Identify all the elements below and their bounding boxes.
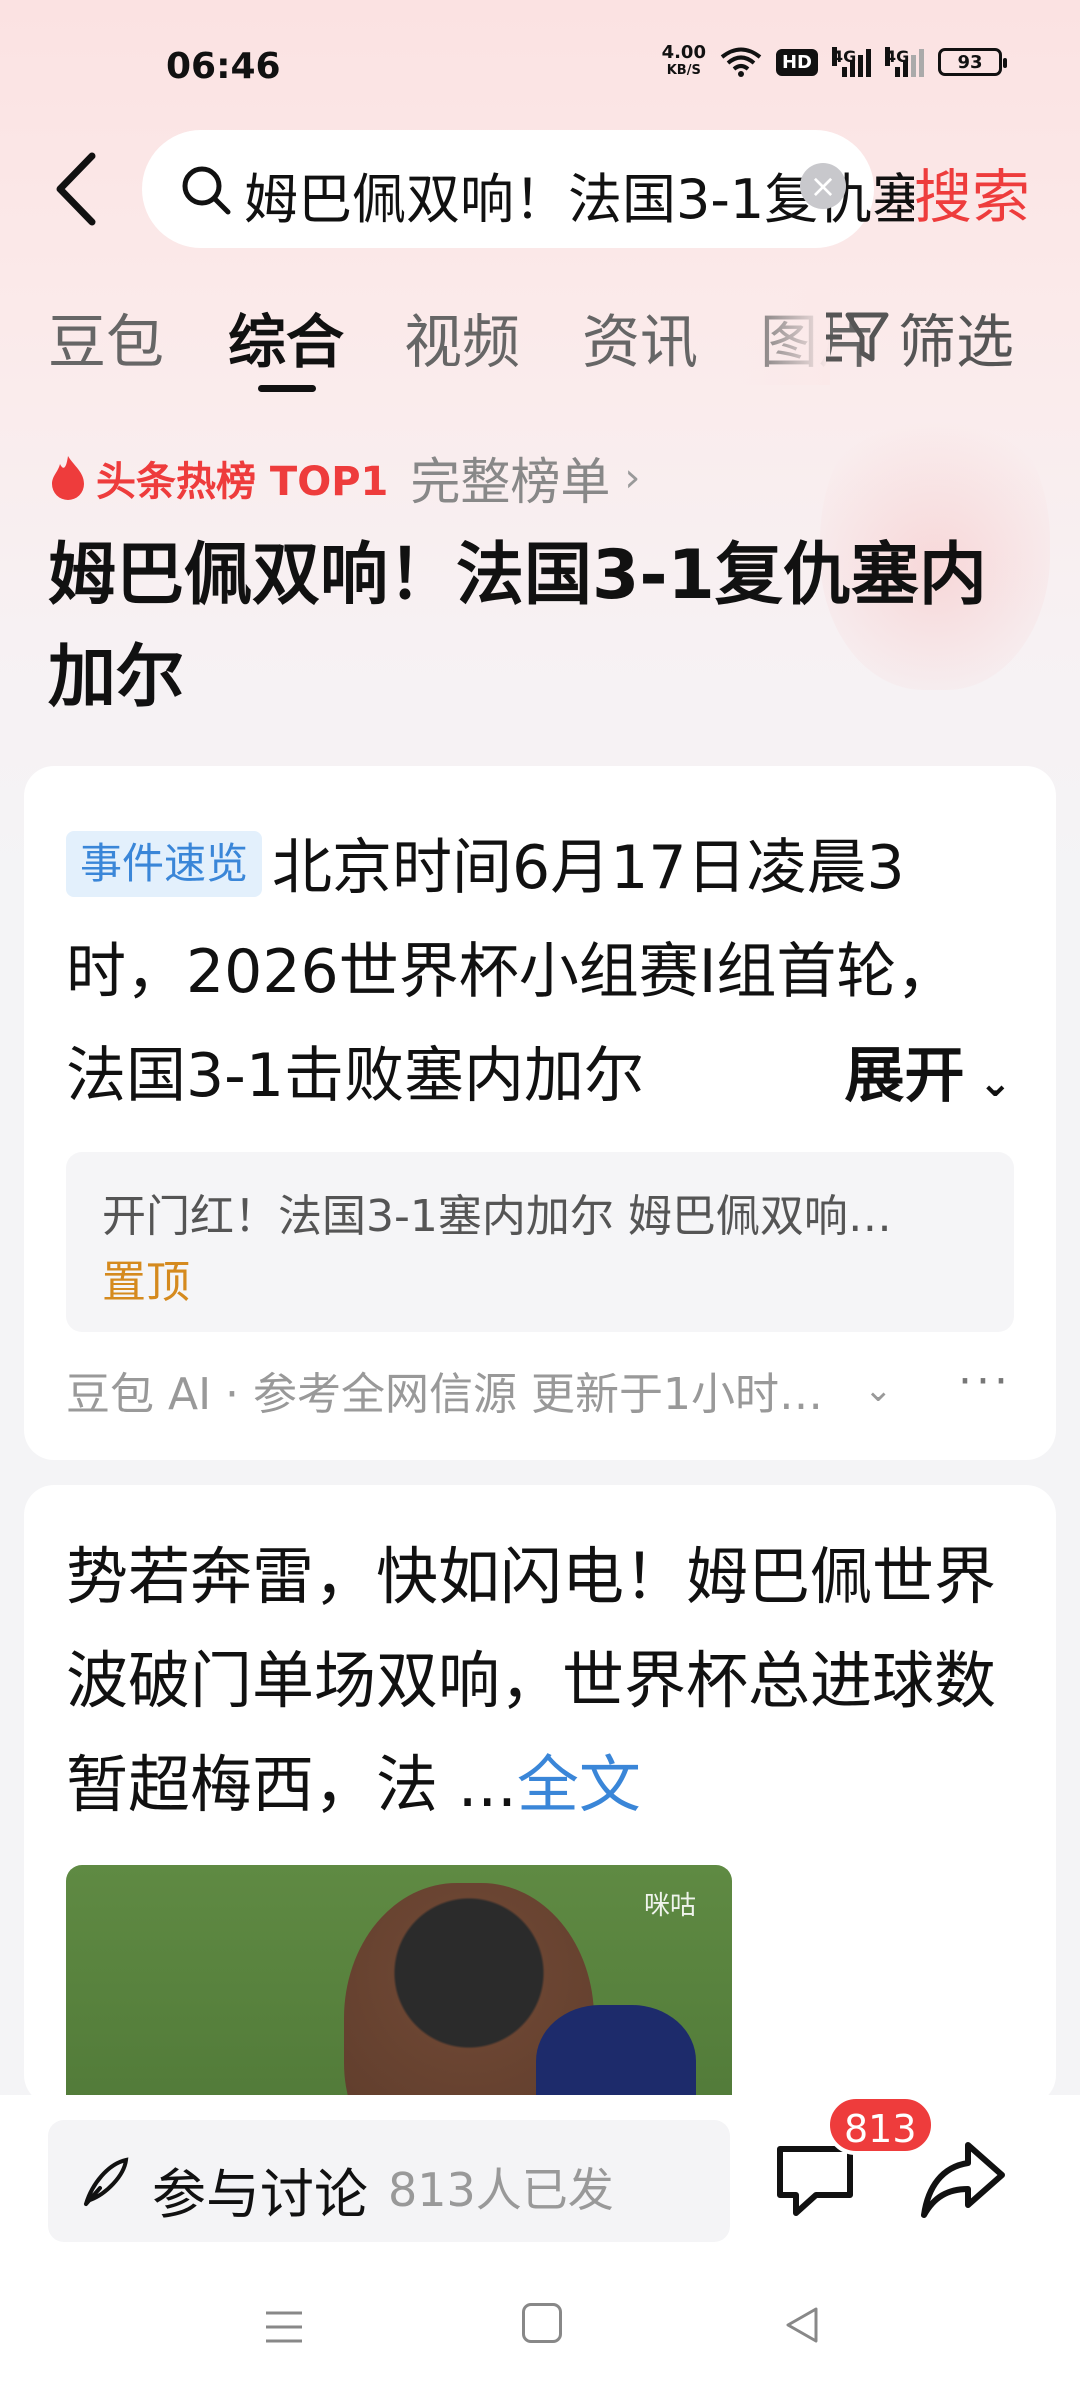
discuss-input[interactable]: 参与讨论 813人已发 [48,2120,730,2242]
reference-title: 开门红！法国3-1塞内加尔 姆巴佩双响… [102,1191,892,1242]
discuss-count: 813人已发 [388,2163,614,2217]
hot-rank-row[interactable]: 头条热榜 TOP1 完整榜单 › [48,442,640,514]
search-input[interactable]: 姆巴佩双响！法国3-1复仇塞内加尔 × [142,130,914,248]
signal-icon-1: 4G [832,47,871,77]
article-image[interactable]: 咪咕 [66,1865,732,2105]
migu-watermark: 咪咕 [643,1891,696,1921]
page-title: 姆巴佩双响！法国3-1复仇塞内加尔 [48,536,987,717]
chevron-down-icon: ⌄ [964,1060,1012,1106]
event-summary-card: 事件速览 北京时间6月17日凌晨3时，2026世界杯小组赛I组首轮，法国3-1击败… [24,766,1056,1460]
active-tab-indicator [258,385,316,392]
expand-button[interactable]: 展开 ⌄ [784,1024,1012,1135]
back-triangle-icon[interactable] [780,2303,824,2347]
tab-doubao[interactable]: 豆包 [48,295,164,379]
chevron-left-icon [56,152,96,226]
full-text-link[interactable]: 全文 [517,1748,641,1821]
hot-rank-label: 头条热榜 TOP1 [96,459,389,505]
home-icon[interactable] [522,2303,562,2343]
filter-icon [826,312,889,362]
clear-icon[interactable]: × [800,163,846,209]
tab-all[interactable]: 综合 [228,295,344,379]
tab-video[interactable]: 视频 [404,295,520,379]
battery-icon: 93 [938,48,1007,76]
result-tabs: 豆包 综合 视频 资讯 图片 筛选 [0,285,1080,395]
back-button[interactable] [48,144,118,234]
article-text: 势若奔雷，快如闪电！姆巴佩世界波破门单场双响，世界杯总进球数暂超梅西，法 ...… [66,1540,997,1821]
search-submit-button[interactable]: 搜索 [914,150,1030,234]
status-icons: 4.00 KB/S HD 4G 4G 93 [661,42,1007,80]
tab-fade [740,285,830,385]
filter-label: 筛选 [898,308,1015,376]
tab-news[interactable]: 资讯 [582,295,698,379]
status-time: 06:46 [166,46,281,87]
pinned-badge: 置顶 [102,1257,190,1308]
pen-icon [84,2157,129,2206]
system-nav-bar [0,2265,1080,2400]
bottom-action-bar: 参与讨论 813人已发 813 [0,2095,1080,2265]
event-tag: 事件速览 [66,831,263,897]
wifi-icon [720,47,762,77]
hd-voice-icon: HD [775,48,818,76]
more-options-icon[interactable]: ··· [958,1356,1012,1407]
signal-icon-2: 4G [885,47,924,77]
search-header: 姆巴佩双响！法国3-1复仇塞内加尔 × 搜索 [0,130,1080,250]
flame-icon [52,456,84,500]
full-list-link[interactable]: 完整榜单 [410,442,610,514]
status-bar: 06:46 4.00 KB/S HD 4G 4G 93 [0,0,1080,130]
reference-item[interactable]: 开门红！法国3-1塞内加尔 姆巴佩双响… 置顶 [66,1152,1014,1332]
share-icon[interactable] [918,2135,1008,2225]
article-card[interactable]: 势若奔雷，快如闪电！姆巴佩世界波破门单场双响，世界杯总进球数暂超梅西，法 ...… [24,1485,1056,2105]
player-shirt [536,2005,696,2105]
chevron-down-icon[interactable]: ⌄ [864,1370,893,1410]
discuss-label: 参与讨论 [152,2163,368,2226]
filter-button[interactable]: 筛选 [822,295,1014,379]
search-icon [182,166,231,215]
net-speed: 4.00 KB/S [661,42,706,79]
menu-icon[interactable] [262,2305,306,2349]
chevron-right-icon: › [624,455,641,501]
